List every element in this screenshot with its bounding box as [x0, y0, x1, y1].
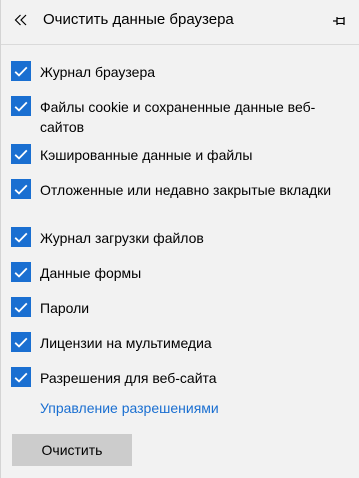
checkbox-label: Разрешения для веб-сайта	[40, 370, 217, 386]
checkmark-icon	[14, 232, 28, 243]
checkbox[interactable]	[11, 332, 31, 352]
pin-button[interactable]	[328, 9, 352, 33]
checkmark-icon	[14, 149, 28, 160]
checkbox[interactable]	[11, 179, 31, 199]
manage-permissions-link[interactable]: Управление разрешениями	[40, 398, 219, 418]
checkbox[interactable]	[11, 297, 31, 317]
checkmark-icon	[14, 267, 28, 278]
pin-icon	[333, 17, 345, 25]
header-divider	[1, 44, 359, 45]
checkbox[interactable]	[11, 367, 31, 387]
checkbox-label: Данные формы	[40, 265, 142, 281]
clear-browsing-data-panel: Очистить данные браузера Журнал браузера…	[0, 0, 359, 478]
panel-header: Очистить данные браузера	[1, 0, 359, 44]
checkbox-label: Пароли	[40, 300, 90, 316]
back-button[interactable]	[9, 8, 33, 32]
checkmark-icon	[14, 66, 28, 77]
checkbox-label: Журнал браузера	[40, 64, 156, 80]
checkmark-icon	[14, 184, 28, 195]
double-chevron-left-icon	[14, 14, 27, 26]
checkmark-icon	[14, 372, 28, 383]
checkbox-label: Лицензии на мультимедиа	[40, 335, 212, 351]
checkbox[interactable]	[11, 96, 31, 116]
checkmark-icon	[14, 337, 28, 348]
checkbox[interactable]	[11, 61, 31, 81]
page-title: Очистить данные браузера	[43, 11, 234, 28]
checkbox[interactable]	[11, 262, 31, 282]
checkmark-icon	[14, 101, 28, 112]
checkbox[interactable]	[11, 227, 31, 247]
checkbox-label: Кэшированные данные и файлы	[40, 147, 253, 163]
checkbox-label: Журнал загрузки файлов	[40, 230, 204, 246]
clear-button[interactable]: Очистить	[12, 434, 132, 466]
checkbox[interactable]	[11, 144, 31, 164]
checkbox-label: Файлы cookie и сохраненные данные веб-са…	[40, 99, 316, 135]
checkbox-label: Отложенные или недавно закрытые вкладки	[40, 182, 332, 198]
checkmark-icon	[14, 302, 28, 313]
